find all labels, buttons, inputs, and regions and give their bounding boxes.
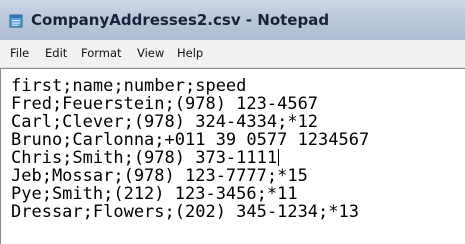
menu-bar: File Edit Format View Help	[0, 40, 465, 68]
text-editor-area[interactable]: first;name;number;speed Fred;Feuerstein;…	[0, 68, 465, 244]
title-bar[interactable]: CompanyAddresses2.csv - Notepad	[0, 0, 465, 40]
menu-view[interactable]: View	[137, 46, 164, 61]
menu-edit[interactable]: Edit	[45, 46, 67, 61]
menu-format[interactable]: Format	[81, 46, 122, 61]
notepad-window: CompanyAddresses2.csv - Notepad File Edi…	[0, 0, 465, 244]
menu-help[interactable]: Help	[177, 46, 203, 61]
text-line-content: Chris;Smith;(978) 373-1111	[11, 148, 278, 168]
notepad-icon[interactable]	[9, 13, 23, 28]
window-title: CompanyAddresses2.csv - Notepad	[31, 11, 330, 29]
text-line: Dressar;Flowers;(202) 345-1234;*13	[11, 202, 359, 222]
text-line: first;name;number;speed	[11, 76, 247, 96]
menu-file[interactable]: File	[10, 46, 29, 61]
text-line: Pye;Smith;(212) 123-3456;*11	[11, 184, 298, 204]
text-line: Carl;Clever;(978) 324-4334;*12	[11, 112, 319, 132]
text-line: Jeb;Mossar;(978) 123-7777;*15	[11, 166, 308, 186]
text-caret	[278, 149, 280, 166]
text-line: Fred;Feuerstein;(978) 123-4567	[11, 94, 319, 114]
text-line: Bruno;Carlonna;+011 39 0577 1234567	[11, 130, 370, 150]
text-line-with-caret: Chris;Smith;(978) 373-1111	[11, 148, 280, 168]
